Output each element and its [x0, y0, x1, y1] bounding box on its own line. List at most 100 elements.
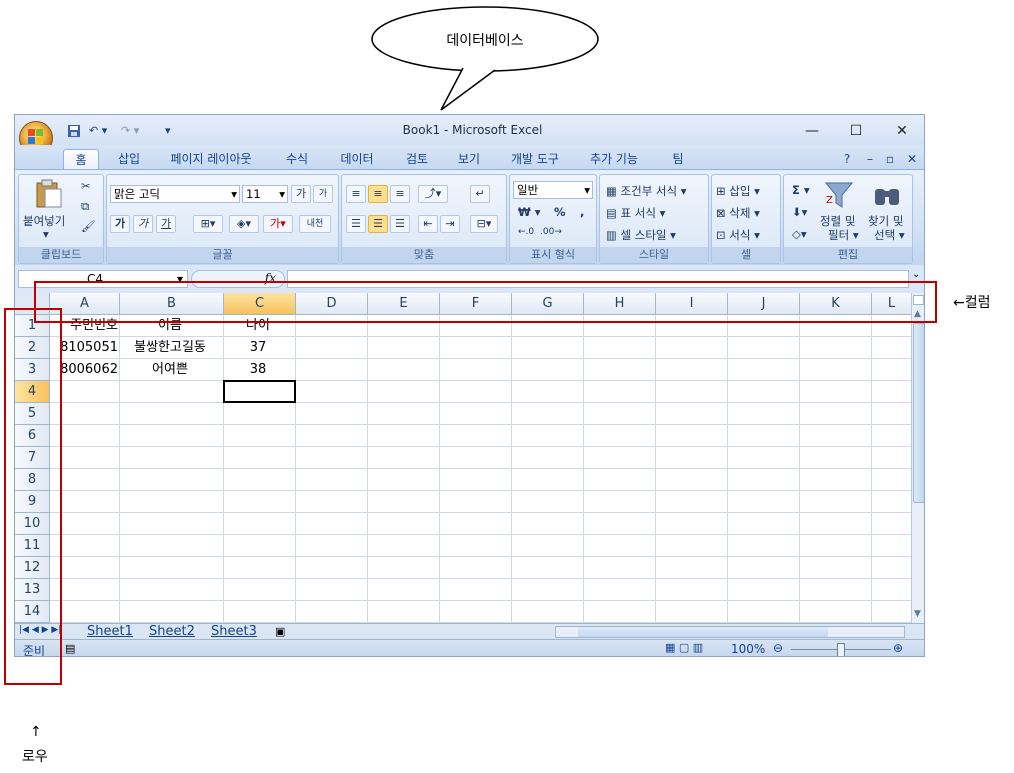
copy-icon[interactable]: ⧉ — [81, 199, 89, 214]
cut-icon[interactable]: ✂ — [81, 179, 91, 193]
align-middle-icon[interactable]: ≡ — [368, 185, 388, 203]
row-highlight-box — [4, 308, 62, 685]
shrink-font-button[interactable]: 가 — [313, 185, 333, 203]
paste-icon[interactable] — [33, 179, 63, 209]
cell-c3[interactable]: 38 — [224, 359, 292, 381]
find-select-label-2[interactable]: 선택 ▾ — [874, 227, 905, 243]
number-format-select[interactable]: 일반 ▾ — [513, 181, 593, 199]
zoom-level[interactable]: 100% — [731, 642, 765, 656]
increase-indent-icon[interactable]: ⇥ — [440, 215, 460, 233]
redo-icon[interactable]: ↷ ▾ — [121, 124, 139, 140]
increase-decimal-icon[interactable]: ←.0 — [518, 227, 534, 237]
tab-developer[interactable]: 개발 도구 — [505, 149, 565, 169]
autosum-button[interactable]: Σ ▾ — [792, 183, 810, 197]
insert-sheet-icon[interactable]: ▣ — [275, 625, 285, 638]
cell-b2[interactable]: 불쌍한고길동 — [120, 337, 220, 359]
align-top-icon[interactable]: ≡ — [346, 185, 366, 203]
align-bottom-icon[interactable]: ≡ — [390, 185, 410, 203]
cells-group: ⊞ 삽입 ▾ ⊠ 삭제 ▾ ⊡ 서식 ▾ 셀 — [711, 174, 781, 264]
italic-button[interactable]: 가 — [133, 215, 153, 233]
worksheet-grid[interactable]: ABCDEFGHIJKL 1 2 3 4 5 6 7 8 9 10 11 12 13 14 주민번호 이름 나… — [15, 293, 912, 623]
tab-add-ins[interactable]: 추가 기능 — [583, 149, 645, 169]
grid-line — [50, 556, 911, 557]
styles-group-label: 스타일 — [600, 247, 708, 263]
column-annotation: ←컬럼 — [953, 295, 991, 311]
maximize-button[interactable]: ☐ — [841, 121, 871, 141]
view-buttons[interactable]: ▦ ▢ ▥ — [665, 641, 703, 654]
h-scroll-thumb[interactable] — [578, 627, 828, 637]
ribbon-restore-icon[interactable]: ▫ — [883, 149, 897, 169]
sheet-tab-sheet3[interactable]: Sheet3 — [211, 624, 257, 640]
zoom-out-icon[interactable]: ⊖ — [773, 641, 783, 655]
tab-team[interactable]: 팀 — [667, 149, 689, 169]
number-group: 일반 ▾ ₩ ▾ % , ←.0 .00→ 표시 형식 — [509, 174, 597, 264]
merge-center-icon[interactable]: ⊟▾ — [470, 215, 498, 233]
font-size-select[interactable]: 11 ▾ — [242, 185, 288, 203]
tab-page-layout[interactable]: 페이지 레이아웃 — [163, 149, 259, 169]
sort-filter-label-2[interactable]: 필터 ▾ — [828, 227, 859, 243]
tab-view[interactable]: 보기 — [451, 149, 487, 169]
tab-home[interactable]: 홈 — [63, 149, 99, 170]
grow-font-button[interactable]: 가 — [291, 185, 311, 203]
tab-formulas[interactable]: 수식 — [279, 149, 315, 169]
help-icon[interactable]: ? — [839, 149, 855, 169]
undo-icon[interactable]: ↶ ▾ — [89, 124, 107, 140]
cell-b3[interactable]: 어여쁜 — [120, 359, 220, 381]
horizontal-scrollbar[interactable] — [555, 626, 905, 638]
border-icon[interactable]: ⊞▾ — [193, 215, 223, 233]
fill-icon[interactable]: ⬇▾ — [792, 205, 807, 219]
font-color-button[interactable]: 가▾ — [263, 215, 293, 233]
insert-cells-button[interactable]: ⊞ 삽입 ▾ — [716, 183, 760, 199]
editing-group: Σ ▾ ⬇▾ ◇▾ Z 정렬 및 필터 ▾ 찾기 및 선택 ▾ 편집 — [783, 174, 913, 264]
tab-review[interactable]: 검토 — [399, 149, 435, 169]
cell-style-button[interactable]: ▥ 셀 스타일 ▾ — [606, 227, 676, 243]
orientation-icon[interactable]: ⤴▾ — [418, 185, 448, 203]
ribbon-minimize-icon[interactable]: – — [863, 149, 877, 169]
currency-button[interactable]: ₩ ▾ — [518, 205, 540, 219]
table-format-button[interactable]: ▤ 표 서식 ▾ — [606, 205, 665, 221]
zoom-in-icon[interactable]: ⊕ — [893, 641, 903, 655]
find-select-icon[interactable] — [872, 181, 902, 209]
scroll-down-icon[interactable]: ▼ — [914, 609, 921, 619]
decrease-indent-icon[interactable]: ⇤ — [418, 215, 438, 233]
zoom-slider-handle[interactable] — [837, 643, 845, 656]
office-logo-icon — [28, 129, 43, 144]
ribbon-close-icon[interactable]: ✕ — [905, 149, 919, 169]
tab-data[interactable]: 데이터 — [333, 149, 381, 169]
decrease-decimal-icon[interactable]: .00→ — [540, 227, 562, 237]
close-button[interactable]: ✕ — [887, 121, 917, 141]
grid-line — [50, 446, 911, 447]
align-left-icon[interactable]: ☰ — [346, 215, 366, 233]
bold-button[interactable]: 가 — [110, 215, 130, 233]
align-right-icon[interactable]: ☰ — [390, 215, 410, 233]
clear-icon[interactable]: ◇▾ — [792, 227, 807, 241]
conditional-format-button[interactable]: ▦ 조건부 서식 ▾ — [606, 183, 687, 199]
macro-record-icon[interactable]: ▤ — [65, 642, 75, 655]
ribbon: 붙여넣기 ▾ ✂ ⧉ 🖌 클립보드 맑은 고딕 ▾ 11 ▾ 가 가 가 가 가 ⊞… — [15, 169, 924, 267]
font-group-label: 글꼴 — [107, 247, 338, 263]
wrap-text-icon[interactable]: ↵ — [470, 185, 490, 203]
expand-formula-icon[interactable]: ⌄ — [912, 269, 920, 280]
percent-button[interactable]: % — [554, 205, 566, 219]
underline-button[interactable]: 가 — [156, 215, 176, 233]
sheet-tab-sheet1[interactable]: Sheet1 — [87, 624, 133, 640]
fill-color-icon[interactable]: ◈▾ — [229, 215, 259, 233]
format-cells-button[interactable]: ⊡ 서식 ▾ — [716, 227, 760, 243]
customize-qat-icon[interactable]: ▾ — [165, 124, 171, 140]
font-name-select[interactable]: 맑은 고딕 ▾ — [110, 185, 240, 203]
cell-c2[interactable]: 37 — [224, 337, 292, 359]
sheet-tab-sheet2[interactable]: Sheet2 — [149, 624, 195, 640]
format-painter-icon[interactable]: 🖌 — [81, 219, 96, 233]
alignment-group: ≡ ≡ ≡ ⤴▾ ↵ ☰ ☰ ☰ ⇤ ⇥ ⊟▾ 맞춤 — [341, 174, 507, 264]
align-center-icon[interactable]: ☰ — [368, 215, 388, 233]
tab-insert[interactable]: 삽입 — [111, 149, 147, 169]
comma-button[interactable]: , — [580, 205, 584, 219]
scroll-thumb[interactable] — [913, 323, 924, 503]
minimize-button[interactable]: — — [797, 121, 827, 141]
sort-filter-icon[interactable]: Z — [824, 181, 854, 209]
save-icon[interactable] — [67, 124, 81, 140]
phonetic-button[interactable]: 내천 — [299, 215, 331, 233]
vertical-scrollbar[interactable]: ▲ ▼ — [911, 293, 924, 623]
delete-cells-button[interactable]: ⊠ 삭제 ▾ — [716, 205, 760, 221]
paste-dropdown-icon[interactable]: ▾ — [43, 227, 49, 241]
